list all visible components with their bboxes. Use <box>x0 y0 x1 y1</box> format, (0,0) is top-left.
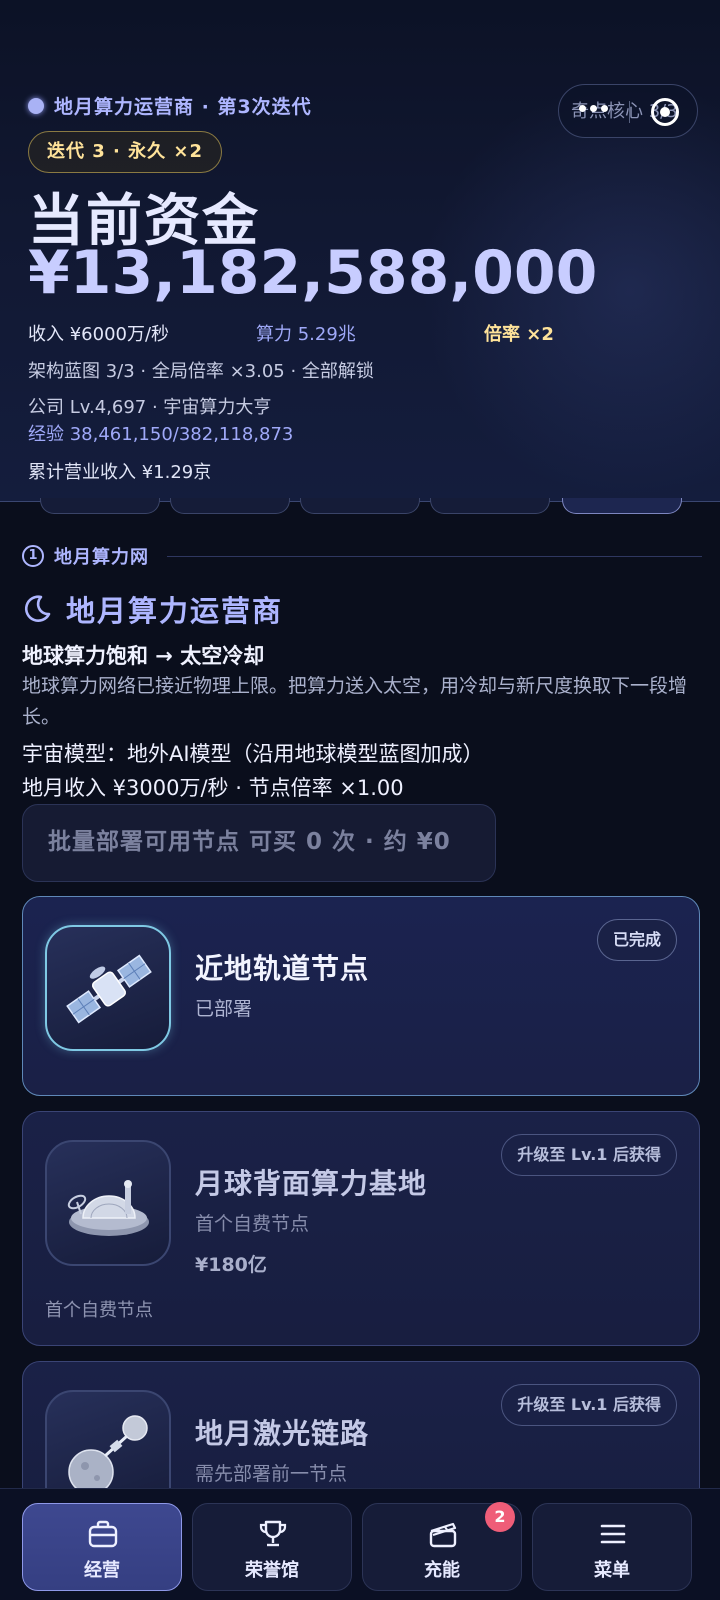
tab-strip <box>0 498 720 516</box>
status-header: 地月算力运营商 · 第3次迭代 奇点核心 3/3 迭代 3 · 永久 ×2 当前… <box>0 0 720 502</box>
node-name: 近地轨道节点 <box>195 952 370 985</box>
nav-menu-button[interactable]: 菜单 <box>532 1503 692 1591</box>
section-number: 1 <box>22 545 44 567</box>
multiplier-stat: 倍率 ×2 <box>484 324 554 345</box>
breadcrumb-text: 地月算力运营商 · 第3次迭代 <box>54 96 312 118</box>
node-footnote: 首个自费节点 <box>45 1300 153 1321</box>
nav-label: 荣誉馆 <box>245 1560 299 1581</box>
moon-base-icon <box>45 1140 171 1266</box>
node-name: 月球背面算力基地 <box>195 1167 428 1200</box>
batch-deploy-button[interactable]: 批量部署可用节点 可买 0 次 · 约 ¥0 <box>22 804 496 882</box>
company-level: 公司 Lv.4,697 · 宇宙算力大亨 <box>28 397 272 418</box>
tab-stub[interactable] <box>300 498 420 514</box>
compute-stat: 算力 5.29兆 <box>256 324 356 345</box>
nav-label: 菜单 <box>594 1560 630 1581</box>
funds-value: ¥13,182,588,000 <box>28 238 598 308</box>
close-target-icon[interactable] <box>651 98 679 126</box>
iteration-badge: 迭代 3 · 永久 ×2 <box>28 131 223 173</box>
cosmic-model-info: 宇宙模型：地外AI模型（沿用地球模型蓝图加成） <box>22 742 484 766</box>
satellite-icon <box>45 925 171 1051</box>
section-divider <box>167 555 702 557</box>
bottom-nav: 经营 荣誉馆 充能 2 菜单 <box>0 1488 720 1600</box>
node-price: ¥180亿 <box>195 1254 267 1276</box>
node-description: 需先部署前一节点 <box>195 1463 348 1485</box>
node-status-text: 已部署 <box>195 998 253 1020</box>
nav-operations-button[interactable]: 经营 <box>22 1503 182 1591</box>
menu-icon <box>600 1524 626 1544</box>
operator-title: 地月算力运营商 <box>22 588 283 630</box>
node-description: 首个自费节点 <box>195 1213 310 1235</box>
more-icon[interactable] <box>579 105 608 112</box>
nav-label: 充能 <box>424 1560 460 1581</box>
total-revenue: 累计营业收入 ¥1.29京 <box>28 462 212 483</box>
trophy-icon <box>259 1520 287 1547</box>
story-body: 地球算力网络已接近物理上限。把算力送入太空，用冷却与新尺度换取下一段增长。 <box>22 675 688 728</box>
story-heading: 地球算力饱和 → 太空冷却 <box>22 644 265 668</box>
blueprint-info: 架构蓝图 3/3 · 全局倍率 ×3.05 · 全部解锁 <box>28 361 374 382</box>
nav-label: 经营 <box>84 1560 120 1581</box>
planet-dot-icon <box>28 97 44 114</box>
completed-badge: 已完成 <box>596 919 677 961</box>
earth-moon-income: 地月收入 ¥3000万/秒 · 节点倍率 ×1.00 <box>22 776 404 800</box>
experience-info: 经验 38,461,150/382,118,873 <box>28 424 294 445</box>
clapperboard-icon <box>429 1522 457 1548</box>
tab-stub[interactable] <box>430 498 550 514</box>
tab-stub-active[interactable] <box>562 498 682 514</box>
notification-badge: 2 <box>485 1502 515 1532</box>
node-card[interactable]: 近地轨道节点 已部署 已完成 <box>22 896 700 1096</box>
miniprogram-capsule[interactable]: 奇点核心 3/3 <box>558 84 698 138</box>
node-name: 地月激光链路 <box>195 1417 370 1450</box>
tab-stub[interactable] <box>40 498 160 514</box>
moon-icon <box>24 595 51 622</box>
unlock-requirement-badge: 升级至 Lv.1 后获得 <box>501 1384 677 1426</box>
operator-title-text: 地月算力运营商 <box>66 594 284 628</box>
section-title: 地月算力网 <box>54 547 149 568</box>
tab-stub[interactable] <box>170 498 290 514</box>
section-header: 1 地月算力网 <box>22 543 702 569</box>
briefcase-icon <box>88 1520 118 1548</box>
nav-honor-hall-button[interactable]: 荣誉馆 <box>192 1503 352 1591</box>
nav-recharge-button[interactable]: 充能 2 <box>362 1502 522 1591</box>
node-card[interactable]: 月球背面算力基地 首个自费节点 ¥180亿 首个自费节点 升级至 Lv.1 后获… <box>22 1111 700 1346</box>
breadcrumb: 地月算力运营商 · 第3次迭代 <box>28 92 312 119</box>
unlock-requirement-badge: 升级至 Lv.1 后获得 <box>501 1134 677 1176</box>
capsule-divider <box>629 101 630 123</box>
income-stat: 收入 ¥6000万/秒 <box>28 324 170 345</box>
